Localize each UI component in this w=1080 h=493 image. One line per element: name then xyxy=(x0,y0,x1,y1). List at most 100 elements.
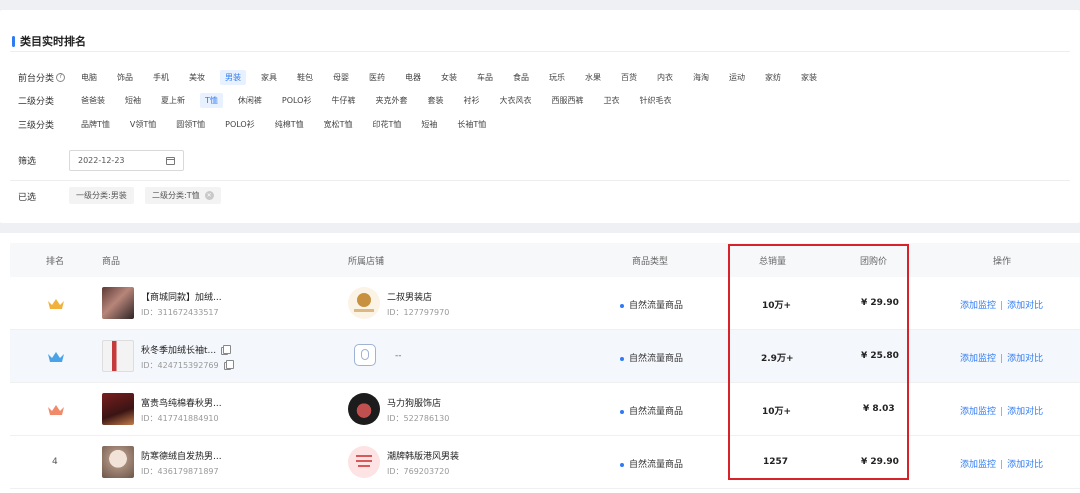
date-picker[interactable]: 2022-12-23 xyxy=(69,150,184,171)
add-monitor-link[interactable]: 添加监控 xyxy=(960,354,996,364)
copy-icon[interactable] xyxy=(223,359,234,370)
row3-option[interactable]: V领T恤 xyxy=(125,117,161,132)
shop-logo[interactable] xyxy=(348,393,380,425)
row1-option[interactable]: 电脑 xyxy=(76,70,102,85)
product-thumbnail[interactable] xyxy=(102,393,134,425)
shop-logo[interactable] xyxy=(348,446,380,478)
row1-option[interactable]: 水果 xyxy=(580,70,606,85)
add-monitor-link[interactable]: 添加监控 xyxy=(960,407,996,417)
row-actions: 添加监控 | 添加对比 xyxy=(960,301,1044,311)
product-id: ID：436179871897 xyxy=(141,467,219,476)
row2-option[interactable]: 短袖 xyxy=(120,93,146,108)
row2-option[interactable]: 大衣风衣 xyxy=(494,93,536,108)
product-name[interactable]: 秋冬季加绒长袖t... xyxy=(141,343,232,356)
shop-name[interactable]: 马力狗服饰店 xyxy=(387,396,441,409)
row2-option[interactable]: 套装 xyxy=(422,93,448,108)
row3-option[interactable]: 印花T恤 xyxy=(368,117,407,132)
row1-option[interactable]: 电器 xyxy=(400,70,426,85)
row3-option[interactable]: 宽松T恤 xyxy=(319,117,358,132)
row3-option[interactable]: 纯棉T恤 xyxy=(270,117,309,132)
row2-option[interactable]: 卫衣 xyxy=(598,93,624,108)
row1-option[interactable]: 饰品 xyxy=(112,70,138,85)
row2-option[interactable]: 西服西裤 xyxy=(546,93,588,108)
calendar-icon xyxy=(166,156,175,165)
row2-option[interactable]: POLO衫 xyxy=(277,93,317,108)
shop-id: ID：769203720 xyxy=(387,467,450,476)
product-id: ID：417741884910 xyxy=(141,414,219,423)
row1-option[interactable]: 母婴 xyxy=(328,70,354,85)
row1-option[interactable]: 家具 xyxy=(256,70,282,85)
row1-option[interactable]: 鞋包 xyxy=(292,70,318,85)
add-compare-link[interactable]: 添加对比 xyxy=(1007,460,1043,470)
copy-icon[interactable] xyxy=(221,344,232,355)
close-icon[interactable]: ✕ xyxy=(204,191,214,200)
product-name[interactable]: 富贵鸟纯棉春秋男... xyxy=(141,396,222,409)
row1-option[interactable]: 海淘 xyxy=(688,70,714,85)
row1-option[interactable]: 医药 xyxy=(364,70,390,85)
row3-option[interactable]: 品牌T恤 xyxy=(76,117,115,132)
add-compare-link[interactable]: 添加对比 xyxy=(1007,407,1043,417)
add-compare-link[interactable]: 添加对比 xyxy=(1007,354,1043,364)
row2-option[interactable]: 爸爸装 xyxy=(76,93,110,108)
row2-option[interactable]: 衬衫 xyxy=(458,93,484,108)
row2-option[interactable]: 夹克外套 xyxy=(370,93,412,108)
third-category-options: 品牌T恤 V领T恤 圆领T恤 POLO衫 纯棉T恤 宽松T恤 印花T恤 短袖 长袖T恤 xyxy=(76,117,501,132)
gold-crown-icon xyxy=(48,299,64,309)
table-row: 秋冬季加绒长袖t... ID：424715392769 -- 自然流量商品 2.… xyxy=(10,330,1080,383)
row1-option[interactable]: 男装 xyxy=(220,69,246,85)
row1-option[interactable]: 运动 xyxy=(724,70,750,85)
front-category-options: 电脑 饰品 手机 美妆 男装 家具 鞋包 母婴 医药 电器 女装 车品 食品 玩乐 水果 百货 内衣 海淘 运动 家纺… xyxy=(76,69,832,85)
row3-option[interactable]: 圆领T恤 xyxy=(171,117,210,132)
row2-option[interactable]: 针织毛衣 xyxy=(634,93,676,108)
shop-name: -- xyxy=(395,351,402,361)
second-category-options: 爸爸装 短袖 夏上新 T恤 休闲裤 POLO衫 牛仔裤 夹克外套 套装 衬衫 大衣风衣 西服西裤 卫衣针… xyxy=(76,92,686,108)
ranking-table: 排名 商品 所属店铺 商品类型 总销量 团购价 操作 【商城同款】加绒... I… xyxy=(0,233,1080,493)
third-category-row: 三级分类 品牌T恤 V领T恤 圆领T恤 POLO衫 纯棉T恤 宽松T恤 印花T恤 短袖 长袖T恤 xyxy=(18,116,501,132)
row1-option[interactable]: 女装 xyxy=(436,70,462,85)
row3-option[interactable]: 短袖 xyxy=(416,117,442,132)
silver-crown-icon xyxy=(48,352,64,362)
help-icon[interactable]: ? xyxy=(56,72,66,82)
product-name[interactable]: 防寒德绒自发热男... xyxy=(141,449,222,462)
row1-option[interactable]: 百货 xyxy=(616,70,642,85)
row2-option[interactable]: 休闲裤 xyxy=(233,93,267,108)
date-value: 2022-12-23 xyxy=(78,156,125,165)
add-monitor-link[interactable]: 添加监控 xyxy=(960,301,996,311)
status-dot xyxy=(620,356,624,361)
row1-option[interactable]: 内衣 xyxy=(652,70,678,85)
product-name[interactable]: 【商城同款】加绒... xyxy=(141,290,222,303)
second-category-row: 二级分类 爸爸装 短袖 夏上新 T恤 休闲裤 POLO衫 牛仔裤 夹克外套 套装 衬衫 大衣风衣 西服… xyxy=(18,92,686,108)
shop-placeholder-icon xyxy=(354,344,376,366)
shop-name[interactable]: 二叔男装店 xyxy=(387,290,432,303)
product-type: 自然流量商品 xyxy=(620,457,683,470)
filter-row: 筛选 xyxy=(18,152,68,168)
product-thumbnail[interactable] xyxy=(102,287,134,319)
row2-option[interactable]: 牛仔裤 xyxy=(326,93,360,108)
row3-option[interactable]: 长袖T恤 xyxy=(452,117,491,132)
row3-option[interactable]: POLO衫 xyxy=(220,117,260,132)
row1-option[interactable]: 美妆 xyxy=(184,70,210,85)
row1-option[interactable]: 家纺 xyxy=(760,70,786,85)
shop-logo[interactable] xyxy=(348,287,380,319)
product-thumbnail[interactable] xyxy=(102,340,134,372)
row2-option[interactable]: 夏上新 xyxy=(156,93,190,108)
rank-number: 4 xyxy=(52,457,58,467)
row1-option[interactable]: 家装 xyxy=(796,70,822,85)
product-type: 自然流量商品 xyxy=(620,404,683,417)
header-rank: 排名 xyxy=(46,257,65,267)
row1-option[interactable]: 手机 xyxy=(148,70,174,85)
header-ops: 操作 xyxy=(993,257,1012,267)
row2-option[interactable]: T恤 xyxy=(200,92,223,108)
shop-id: ID：522786130 xyxy=(387,414,450,423)
panel-title: 类目实时排名 xyxy=(12,33,86,49)
product-thumbnail[interactable] xyxy=(102,446,134,478)
row1-option[interactable]: 车品 xyxy=(472,70,498,85)
add-compare-link[interactable]: 添加对比 xyxy=(1007,301,1043,311)
table-row: 富贵鸟纯棉春秋男... ID：417741884910 马力狗服饰店 ID：52… xyxy=(10,383,1080,436)
add-monitor-link[interactable]: 添加监控 xyxy=(960,460,996,470)
status-dot xyxy=(620,303,624,308)
row1-option[interactable]: 玩乐 xyxy=(544,70,570,85)
table-row: 【商城同款】加绒... ID：311672433517 二叔男装店 ID：127… xyxy=(10,277,1080,330)
row1-option[interactable]: 食品 xyxy=(508,70,534,85)
shop-name[interactable]: 潮牌韩版港风男装 xyxy=(387,449,459,462)
